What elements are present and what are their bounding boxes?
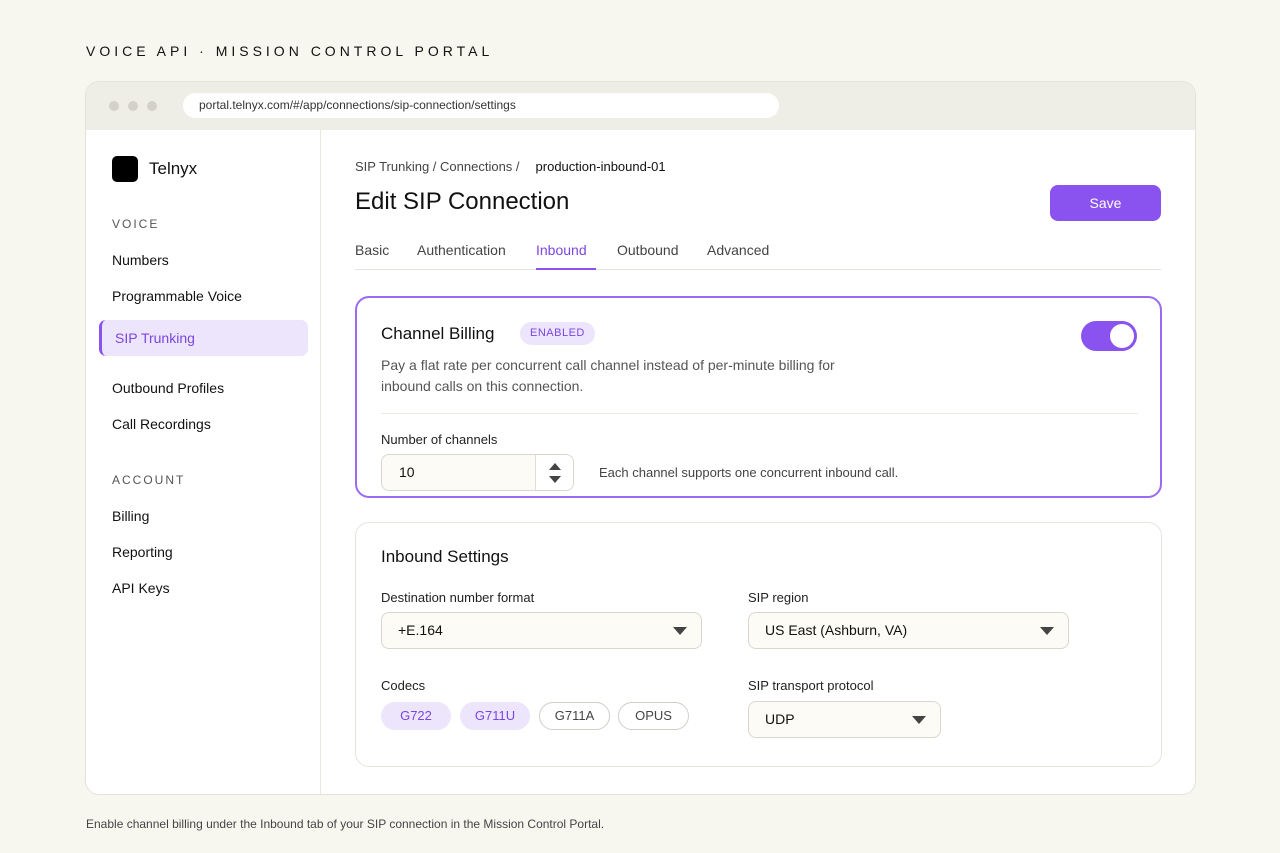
codecs-label: Codecs: [381, 678, 426, 693]
window-dot-icon: [128, 101, 138, 111]
main-content: SIP Trunking / Connections / production-i…: [322, 130, 1195, 794]
page-title: Edit SIP Connection: [355, 188, 570, 215]
sidebar-item-sip-trunking[interactable]: SIP Trunking: [99, 320, 308, 356]
brand-logo-icon: [112, 156, 138, 182]
channel-billing-title: Channel Billing: [381, 324, 495, 343]
destination-format-value: +E.164: [398, 622, 443, 638]
codec-chip-g722[interactable]: G722: [381, 702, 451, 730]
footnote: Enable channel billing under the Inbound…: [86, 817, 605, 831]
channel-billing-description: Pay a flat rate per concurrent call chan…: [381, 357, 835, 394]
divider: [381, 413, 1138, 414]
save-button[interactable]: Save: [1050, 185, 1161, 221]
sip-region-select[interactable]: US East (Ashburn, VA): [748, 612, 1069, 649]
channels-stepper[interactable]: 10: [381, 454, 574, 491]
chevron-down-icon: [673, 627, 687, 635]
tab-inbound[interactable]: Inbound: [536, 242, 596, 270]
sidebar-item-billing[interactable]: Billing: [112, 508, 149, 524]
tab-bar: Basic Authentication Inbound Outbound Ad…: [355, 242, 1161, 270]
channels-value[interactable]: 10: [399, 455, 415, 490]
inbound-settings-title: Inbound Settings: [381, 547, 509, 566]
status-badge: ENABLED: [520, 322, 595, 345]
tab-outbound[interactable]: Outbound: [617, 242, 679, 270]
page-eyebrow: VOICE API · MISSION CONTROL PORTAL: [86, 43, 494, 59]
transport-protocol-label: SIP transport protocol: [748, 678, 874, 693]
brand[interactable]: Telnyx: [112, 156, 197, 182]
sip-region-value: US East (Ashburn, VA): [765, 622, 908, 638]
breadcrumb-parent[interactable]: SIP Trunking / Connections /: [355, 159, 520, 174]
tab-basic[interactable]: Basic: [355, 242, 389, 270]
browser-window: portal.telnyx.com/#/app/connections/sip-…: [85, 81, 1196, 795]
sip-region-label: SIP region: [748, 590, 809, 605]
stepper-down-icon[interactable]: [549, 476, 561, 483]
breadcrumb-current: production-inbound-01: [535, 159, 666, 174]
inbound-settings-card: Inbound Settings Destination number form…: [355, 522, 1162, 767]
chevron-down-icon: [1040, 627, 1054, 635]
breadcrumb: SIP Trunking / Connections / production-i…: [355, 159, 666, 174]
channels-label: Number of channels: [381, 432, 498, 447]
codec-chip-opus[interactable]: OPUS: [618, 702, 689, 730]
sidebar-item-call-recordings[interactable]: Call Recordings: [112, 416, 211, 432]
nav-section-voice: VOICE: [112, 217, 160, 231]
tab-authentication[interactable]: Authentication: [417, 242, 506, 270]
sidebar-item-numbers[interactable]: Numbers: [112, 252, 169, 268]
toggle-knob: [1110, 324, 1134, 348]
window-dot-icon: [109, 101, 119, 111]
channels-hint: Each channel supports one concurrent inb…: [599, 465, 899, 480]
nav-section-account: ACCOUNT: [112, 473, 186, 487]
brand-name: Telnyx: [149, 159, 198, 178]
codec-chip-g711a[interactable]: G711A: [539, 702, 610, 730]
sidebar-item-reporting[interactable]: Reporting: [112, 544, 173, 560]
address-bar[interactable]: portal.telnyx.com/#/app/connections/sip-…: [183, 93, 779, 118]
transport-protocol-select[interactable]: UDP: [748, 701, 941, 738]
sidebar-item-api-keys[interactable]: API Keys: [112, 580, 170, 596]
browser-chrome: portal.telnyx.com/#/app/connections/sip-…: [86, 82, 1195, 130]
channel-billing-card: Channel Billing ENABLED Pay a flat rate …: [355, 296, 1162, 498]
window-dot-icon: [147, 101, 157, 111]
stepper-up-icon[interactable]: [549, 463, 561, 470]
tab-advanced[interactable]: Advanced: [707, 242, 769, 270]
codec-chip-g711u[interactable]: G711U: [460, 702, 530, 730]
sidebar: Telnyx VOICE Numbers Programmable Voice …: [86, 130, 321, 794]
channel-billing-toggle[interactable]: [1081, 321, 1137, 351]
chevron-down-icon: [912, 716, 926, 724]
stepper-controls: [535, 455, 573, 490]
sidebar-item-outbound-profiles[interactable]: Outbound Profiles: [112, 380, 224, 396]
destination-format-label: Destination number format: [381, 590, 535, 605]
transport-protocol-value: UDP: [765, 711, 795, 727]
sidebar-item-programmable-voice[interactable]: Programmable Voice: [112, 288, 242, 304]
destination-format-select[interactable]: +E.164: [381, 612, 702, 649]
